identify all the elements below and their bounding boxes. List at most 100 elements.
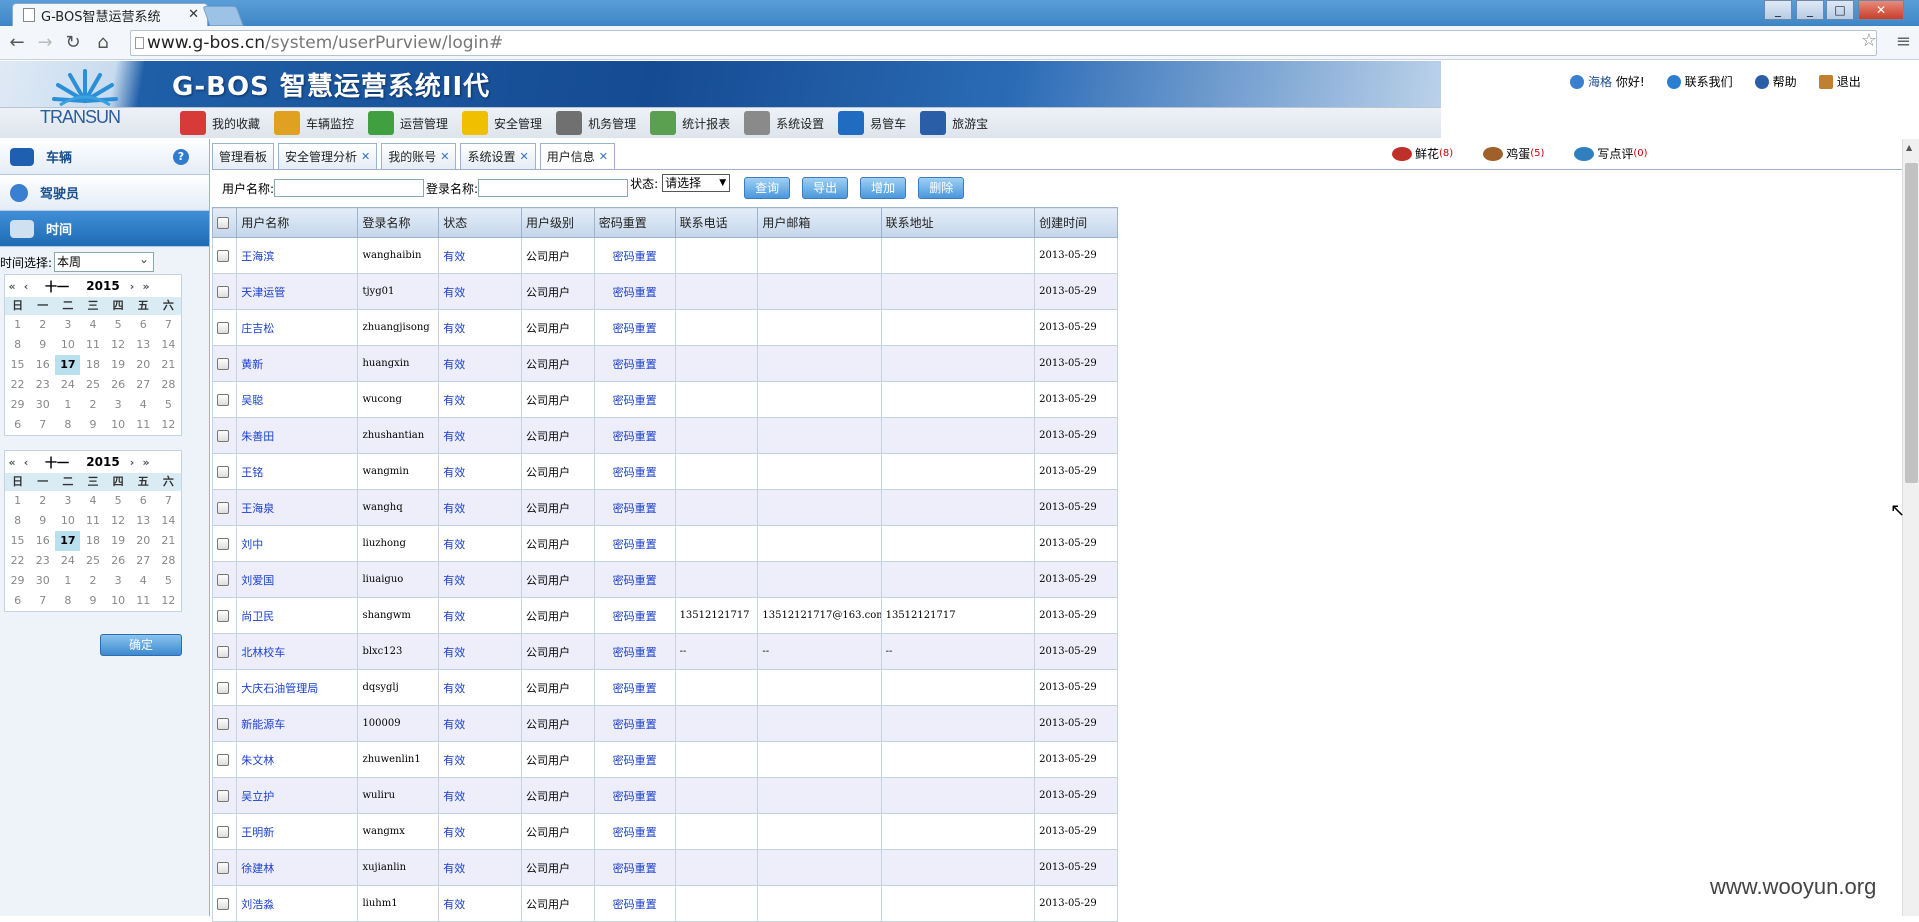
sidebar-item-driver[interactable]: 驾驶员 [0,175,209,211]
password-reset-link[interactable]: 密码重置 [593,741,676,778]
password-reset-link[interactable]: 密码重置 [593,489,676,526]
password-reset-link[interactable]: 密码重置 [593,705,676,742]
calendar-day[interactable]: 4 [131,395,156,415]
cell-status[interactable]: 有效 [438,885,523,922]
calendar-day[interactable]: 10 [106,591,131,611]
sidebar-item-vehicle[interactable]: 车辆 ? [0,139,209,175]
calendar-day[interactable]: 8 [55,415,80,435]
password-reset-link[interactable]: 密码重置 [593,453,676,490]
cell-name[interactable]: 天津运管 [236,273,359,310]
row-checkbox[interactable] [217,321,229,334]
scroll-thumb[interactable] [1905,163,1918,483]
feedback-1[interactable]: 鸡蛋 (5) [1483,145,1544,162]
calendar-day[interactable]: 10 [106,415,131,435]
cell-status[interactable]: 有效 [438,525,523,562]
feedback-0[interactable]: 鲜花 (8) [1392,145,1453,162]
username-input[interactable] [274,179,425,197]
calendar-day[interactable]: 26 [106,375,131,395]
calendar-day[interactable]: 13 [131,511,156,531]
tab-2[interactable]: 我的账号 ✕ [381,143,457,169]
cell-name[interactable]: 徐建林 [236,849,359,886]
calendar-day[interactable]: 10 [55,511,80,531]
prev-month-icon[interactable]: ‹ [19,280,33,293]
calendar-day[interactable]: 8 [5,335,30,355]
topnav-item-1[interactable]: 车辆监控 [274,109,354,137]
cell-name[interactable]: 王海泉 [236,489,359,526]
topnav-item-3[interactable]: 安全管理 [462,109,542,137]
prev-year-icon[interactable]: « [5,280,19,293]
row-checkbox[interactable] [217,465,229,478]
minimize-button[interactable]: _ [1796,0,1824,20]
contact-link[interactable]: 联系我们 [1666,73,1733,90]
topnav-item-8[interactable]: 旅游宝 [920,109,988,137]
calendar-day[interactable]: 12 [156,415,181,435]
calendar-day[interactable]: 20 [131,531,156,551]
confirm-button[interactable]: 确定 [100,634,182,656]
help-link[interactable]: 帮助 [1754,73,1797,90]
calendar-day[interactable]: 11 [131,591,156,611]
row-checkbox[interactable] [217,789,229,802]
calendar-day[interactable]: 1 [5,491,30,511]
calendar-day[interactable]: 28 [156,551,181,571]
user-menu-button[interactable]: _ [1764,0,1792,20]
calendar-day[interactable]: 15 [5,531,30,551]
calendar-day[interactable]: 2 [30,491,55,511]
calendar-day[interactable]: 25 [80,551,105,571]
calendar-day[interactable]: 18 [80,355,105,375]
cell-status[interactable]: 有效 [438,237,523,274]
close-tab-icon[interactable]: ✕ [599,150,608,163]
calendar-day[interactable]: 6 [131,491,156,511]
calendar-day[interactable]: 17 [55,531,81,551]
topnav-item-2[interactable]: 运营管理 [368,109,448,137]
close-tab-icon[interactable]: ✕ [520,150,529,163]
row-checkbox[interactable] [217,285,229,298]
calendar-day[interactable]: 16 [30,355,55,375]
row-checkbox[interactable] [217,357,229,370]
cell-name[interactable]: 黄新 [236,345,359,382]
calendar-day[interactable]: 16 [30,531,55,551]
calendar-day[interactable]: 7 [156,315,181,335]
reload-icon[interactable]: ↻ [62,32,84,53]
cell-status[interactable]: 有效 [438,273,523,310]
add-button[interactable]: 增加 [860,177,907,199]
topnav-item-6[interactable]: 系统设置 [744,109,824,137]
calendar-day[interactable]: 21 [156,531,181,551]
vertical-scrollbar[interactable]: ▲ [1902,139,1919,916]
cell-status[interactable]: 有效 [438,633,523,670]
calendar-day[interactable]: 15 [5,355,30,375]
password-reset-link[interactable]: 密码重置 [593,597,676,634]
calendar-day[interactable]: 3 [106,571,131,591]
calendar-day[interactable]: 3 [55,491,80,511]
cell-status[interactable]: 有效 [438,849,523,886]
close-tab-icon[interactable]: ✕ [361,150,370,163]
calendar-day[interactable]: 11 [80,335,105,355]
tab-3[interactable]: 系统设置 ✕ [460,143,536,169]
calendar-day[interactable]: 27 [131,551,156,571]
forward-icon[interactable]: → [34,32,56,53]
calendar-day[interactable]: 26 [106,551,131,571]
close-tab-icon[interactable]: ✕ [188,7,199,22]
calendar-day[interactable]: 17 [55,355,81,375]
maximize-button[interactable]: □ [1826,0,1854,20]
cell-name[interactable]: 刘中 [236,525,359,562]
calendar-day[interactable]: 23 [30,551,55,571]
password-reset-link[interactable]: 密码重置 [593,273,676,310]
tab-1[interactable]: 安全管理分析 ✕ [278,143,378,169]
query-button[interactable]: 查询 [744,177,791,199]
time-select[interactable]: 本周 [54,250,155,272]
cell-name[interactable]: 大庆石油管理局 [236,669,359,706]
calendar-day[interactable]: 28 [156,375,181,395]
password-reset-link[interactable]: 密码重置 [593,777,676,814]
calendar-day[interactable]: 10 [55,335,80,355]
cell-name[interactable]: 尚卫民 [236,597,359,634]
close-tab-icon[interactable]: ✕ [440,150,449,163]
calendar-day[interactable]: 5 [106,491,131,511]
calendar-day[interactable]: 19 [106,531,131,551]
tab-0[interactable]: 管理看板 [212,143,275,169]
cell-status[interactable]: 有效 [438,417,523,454]
row-checkbox[interactable] [217,573,229,586]
calendar-day[interactable]: 27 [131,375,156,395]
calendar-day[interactable]: 23 [30,375,55,395]
next-year-icon[interactable]: » [139,456,153,469]
password-reset-link[interactable]: 密码重置 [593,885,676,922]
